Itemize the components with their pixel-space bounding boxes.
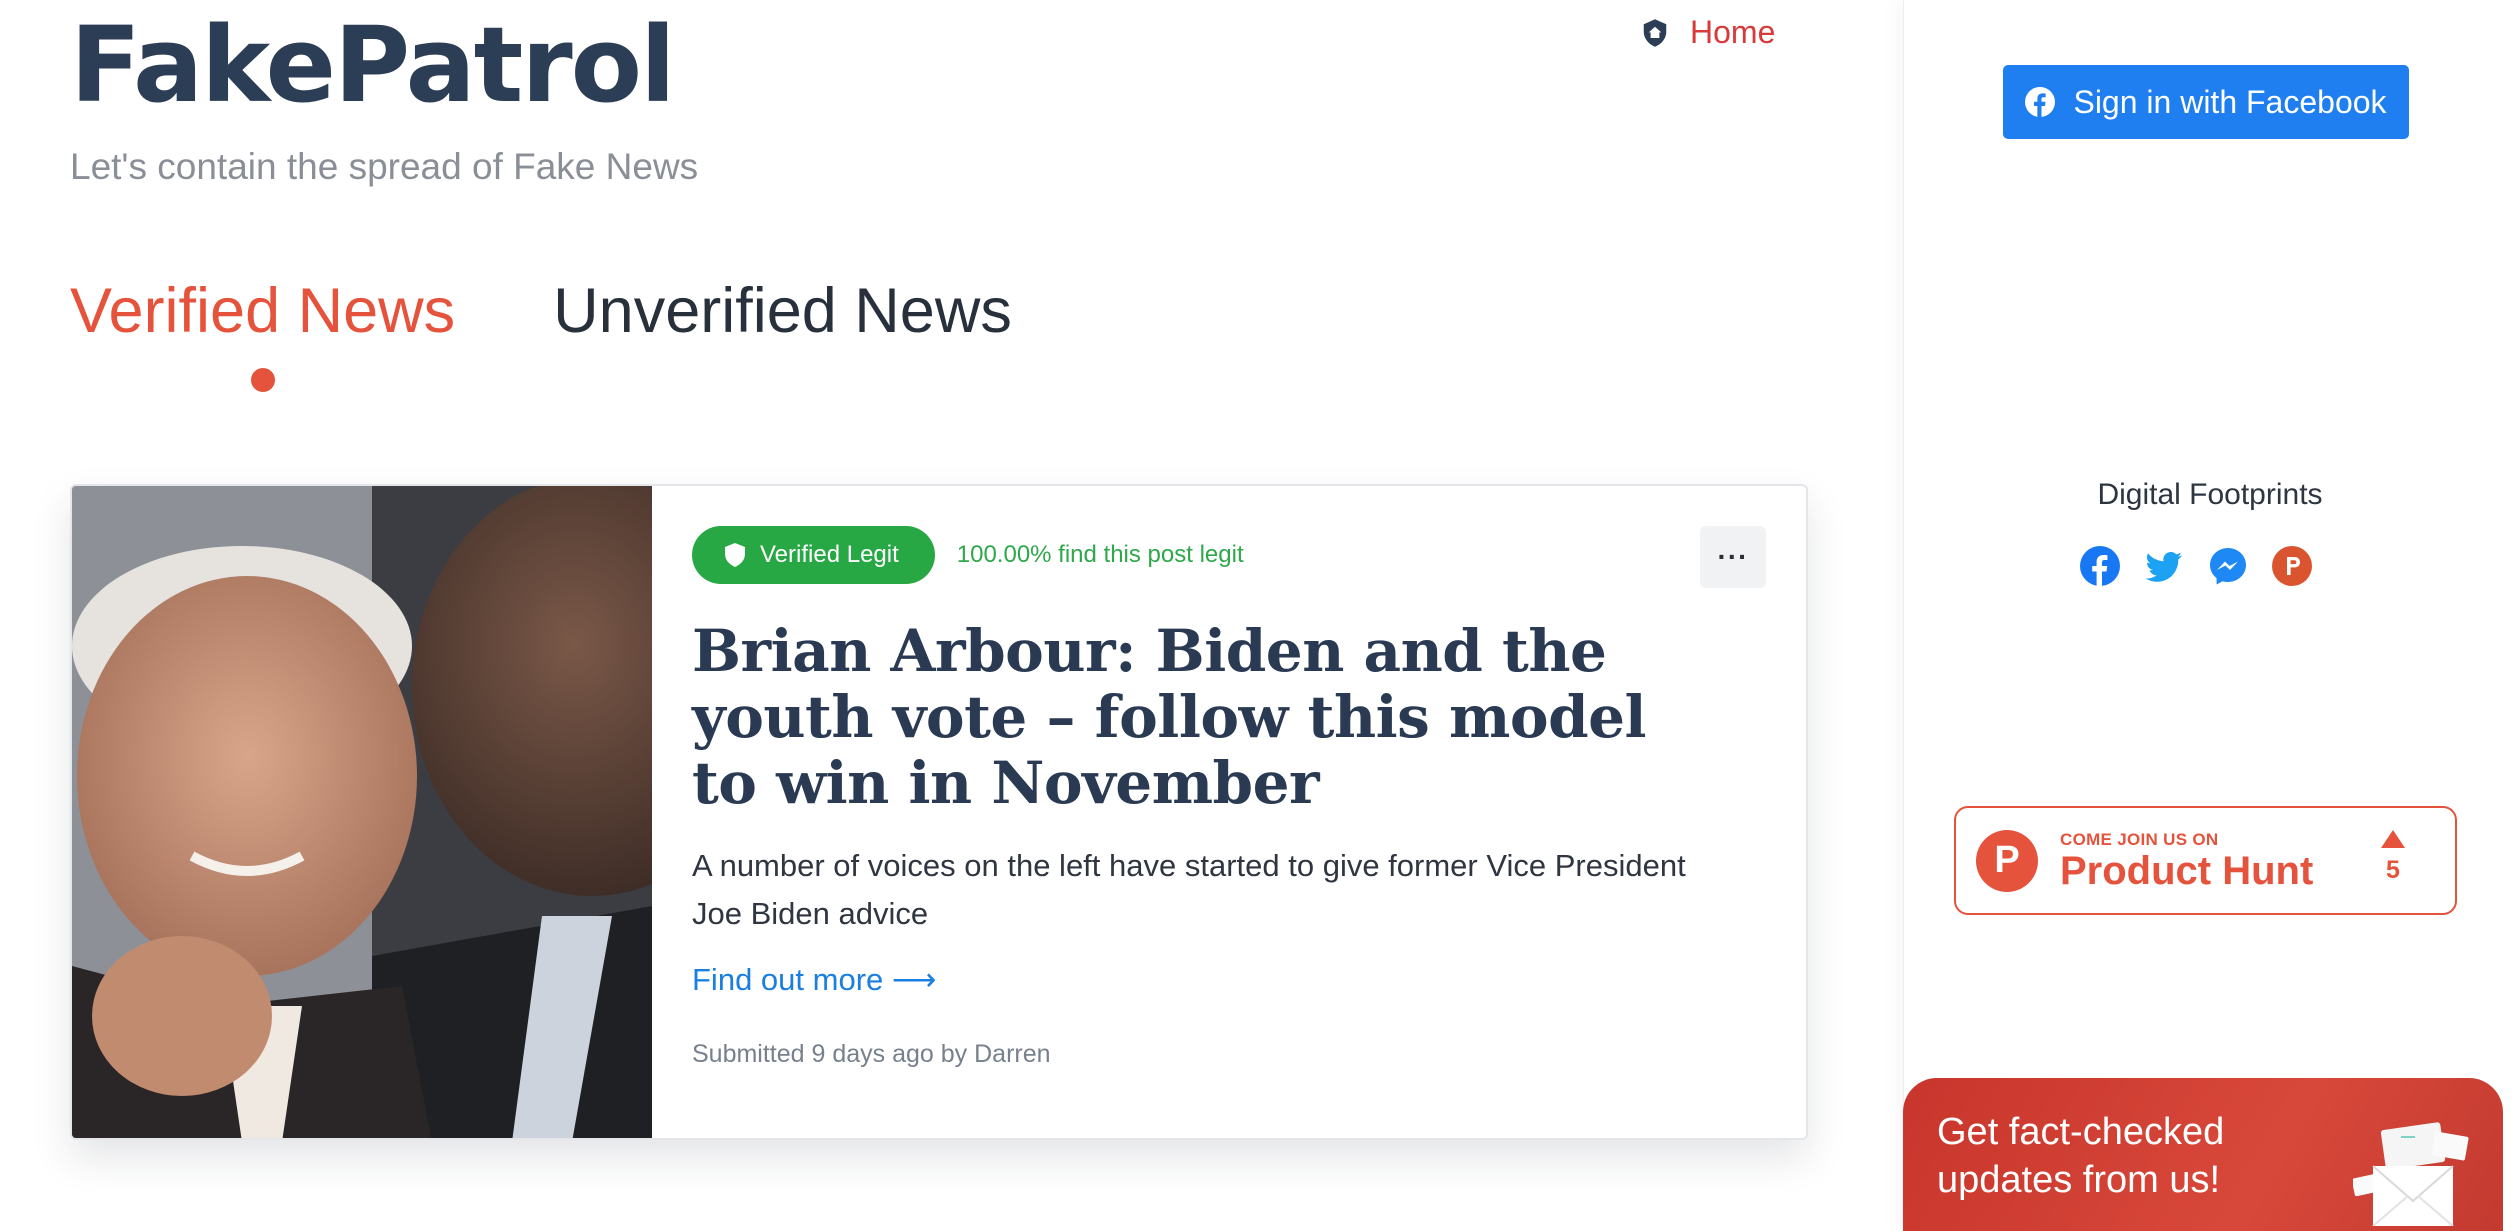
product-hunt-badge[interactable]: P COME JOIN US ON Product Hunt 5 [1954, 806, 2457, 915]
verified-badge: Verified Legit [692, 526, 935, 584]
news-photo[interactable] [72, 486, 652, 1138]
home-shield-icon [1643, 18, 1667, 47]
facebook-icon [2025, 87, 2056, 117]
facebook-signin-label: Sign in with Facebook [2073, 83, 2387, 120]
upvote-counter: 5 [2381, 830, 2405, 885]
sidebar: Sign in with Facebook Digital Footprints… [1903, 0, 2516, 1231]
more-options-button[interactable]: ··· [1700, 526, 1766, 588]
producthunt-icon[interactable] [2272, 546, 2312, 586]
digital-footprints-title: Digital Footprints [2097, 478, 2323, 511]
product-hunt-big-text: Product Hunt [2060, 848, 2314, 893]
submitted-info: Submitted 9 days ago by Darren [692, 1040, 1051, 1068]
site-logo[interactable]: FakePatrol [70, 8, 676, 123]
home-label: Home [1690, 14, 1776, 50]
upvote-count: 5 [2386, 856, 2400, 884]
news-excerpt: A number of voices on the left have star… [692, 848, 1686, 931]
social-links [2080, 546, 2312, 586]
newsletter-text: Get fact-checked updates from us! [1937, 1108, 2224, 1204]
main-content: FakePatrol Let's contain the spread of F… [0, 0, 1903, 1231]
news-tabs: Verified News Unverified News [70, 280, 1012, 392]
legit-percentage: 100.00% find this post legit [956, 541, 1244, 568]
home-link[interactable]: Home [1640, 14, 1775, 51]
messenger-icon[interactable] [2208, 546, 2248, 586]
tab-verified-label: Verified News [70, 276, 456, 346]
newsletter-line-2: updates from us! [1937, 1159, 2221, 1201]
news-headline[interactable]: Brian Arbour: Biden and the youth vote –… [692, 618, 1692, 816]
facebook-signin-button[interactable]: Sign in with Facebook [2003, 65, 2409, 139]
verified-badge-label: Verified Legit [760, 541, 899, 568]
mail-envelope-icon [2353, 1122, 2469, 1226]
newsletter-popup[interactable]: Get fact-checked updates from us! [1903, 1078, 2503, 1231]
product-hunt-text: COME JOIN US ON Product Hunt [2060, 830, 2313, 892]
upvote-arrow-icon [2381, 830, 2405, 848]
tab-unverified-news[interactable]: Unverified News [553, 280, 1012, 343]
product-hunt-small-text: COME JOIN US ON [2060, 829, 2219, 849]
facebook-icon[interactable] [2080, 546, 2120, 586]
news-card: Verified Legit 100.00% find this post le… [70, 484, 1808, 1140]
shield-icon [725, 543, 745, 567]
news-photo-illustration [72, 486, 652, 1138]
producthunt-logo-icon: P [1976, 829, 2038, 892]
verification-row: Verified Legit 100.00% find this post le… [692, 526, 1766, 584]
tab-unverified-label: Unverified News [553, 276, 1012, 346]
site-tagline: Let's contain the spread of Fake News [70, 146, 699, 187]
active-tab-indicator [250, 368, 275, 392]
newsletter-line-1: Get fact-checked [1937, 1111, 2225, 1153]
twitter-icon[interactable] [2144, 546, 2184, 586]
find-out-more-link[interactable]: Find out more ⟶ [692, 962, 936, 998]
news-card-body: Verified Legit 100.00% find this post le… [652, 486, 1806, 1138]
tab-verified-news[interactable]: Verified News [70, 280, 455, 392]
